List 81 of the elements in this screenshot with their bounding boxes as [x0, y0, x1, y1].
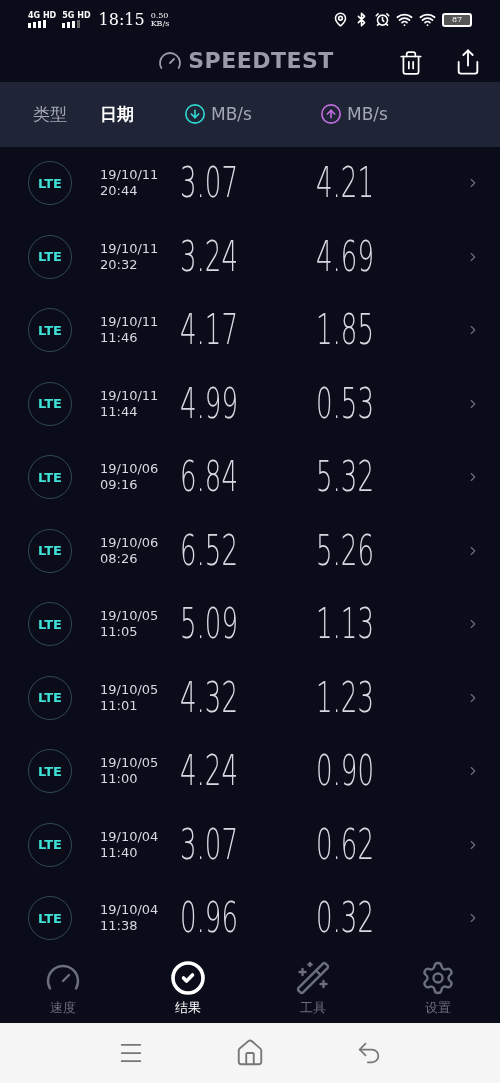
- nav-tab[interactable]: 结果: [125, 955, 250, 1023]
- upload-speed: 0.32: [316, 897, 374, 940]
- wifi-icon: [396, 11, 413, 29]
- app-title: SPEEDTEST: [188, 47, 334, 76]
- download-speed: 6.84: [180, 456, 238, 499]
- result-time: 11:46: [100, 330, 139, 347]
- nav-tab[interactable]: 设置: [375, 955, 500, 1023]
- result-time: 08:26: [100, 550, 139, 567]
- result-time: 11:40: [100, 844, 139, 861]
- result-row[interactable]: LTE 19/10/11 11:46 4.17 1.85: [0, 293, 500, 367]
- clock: 18:15: [98, 8, 145, 31]
- upload-speed: 4.21: [316, 162, 374, 205]
- upload-speed: 1.13: [316, 603, 374, 646]
- result-date: 19/10/11: [100, 240, 160, 257]
- column-header[interactable]: MB/s: [211, 101, 252, 128]
- result-row[interactable]: LTE 19/10/05 11:01 4.32 1.23: [0, 661, 500, 735]
- download-speed: 3.07: [180, 162, 238, 205]
- download-speed: 4.32: [180, 676, 238, 719]
- upload-speed: 5.26: [316, 529, 374, 572]
- download-icon: [184, 103, 206, 126]
- result-row[interactable]: LTE 19/10/05 11:00 4.24 0.90: [0, 734, 500, 808]
- nav-tab[interactable]: 工具: [250, 955, 375, 1023]
- upload-icon: [320, 103, 342, 126]
- result-date: 19/10/11: [100, 314, 160, 331]
- result-row[interactable]: LTE 19/10/06 08:26 6.52 5.26: [0, 514, 500, 588]
- battery: 87: [442, 12, 472, 27]
- nav-tab[interactable]: 速度: [0, 955, 125, 1023]
- result-time: 11:00: [100, 771, 139, 788]
- result-date: 19/10/11: [100, 387, 160, 404]
- signal-icon: [28, 19, 48, 28]
- network-label: 4G HD: [28, 11, 57, 20]
- result-row[interactable]: LTE 19/10/04 11:38 0.96 0.32: [0, 881, 500, 955]
- result-time: 11:38: [100, 918, 139, 935]
- download-speed: 3.07: [180, 823, 238, 866]
- result-date: 19/10/06: [100, 461, 160, 478]
- check-icon: [169, 960, 206, 997]
- result-time: 20:32: [100, 256, 139, 273]
- result-date: 19/10/11: [100, 167, 160, 184]
- column-header[interactable]: 类型: [33, 101, 67, 128]
- column-header[interactable]: 日期: [100, 101, 134, 128]
- result-date: 19/10/05: [100, 755, 160, 772]
- signal-icon: [62, 19, 83, 28]
- upload-speed: 4.69: [316, 235, 374, 278]
- upload-speed: 0.53: [316, 382, 374, 425]
- result-row[interactable]: LTE 19/10/04 11:40 3.07 0.62: [0, 808, 500, 882]
- download-speed: 5.09: [180, 603, 238, 646]
- upload-speed: 0.90: [316, 750, 374, 793]
- result-row[interactable]: LTE 19/10/11 11:44 4.99 0.53: [0, 367, 500, 441]
- wifi-icon: [419, 11, 436, 29]
- download-speed: 4.99: [180, 382, 238, 425]
- speed-value: 0.50: [150, 11, 170, 20]
- result-row[interactable]: LTE 19/10/06 09:16 6.84 5.32: [0, 440, 500, 514]
- column-header[interactable]: MB/s: [347, 101, 388, 128]
- result-time: 11:44: [100, 403, 139, 420]
- alarm-icon: [375, 12, 390, 28]
- result-row[interactable]: LTE 19/10/11 20:44 3.07 4.21: [0, 146, 500, 220]
- download-speed: 3.24: [180, 235, 238, 278]
- result-time: 11:05: [100, 624, 139, 641]
- result-row[interactable]: LTE 19/10/05 11:05 5.09 1.13: [0, 587, 500, 661]
- upload-speed: 5.32: [316, 456, 374, 499]
- result-time: 11:01: [100, 697, 139, 714]
- upload-speed: 0.62: [316, 823, 374, 866]
- upload-speed: 1.23: [316, 676, 374, 719]
- result-date: 19/10/05: [100, 608, 160, 625]
- download-speed: 0.96: [180, 897, 238, 940]
- wand-icon: [294, 960, 331, 997]
- result-date: 19/10/04: [100, 902, 160, 919]
- result-date: 19/10/06: [100, 534, 160, 551]
- download-speed: 6.52: [180, 529, 238, 572]
- result-time: 09:16: [100, 477, 139, 494]
- download-speed: 4.17: [180, 309, 238, 352]
- speed-unit: KB/s: [150, 19, 170, 28]
- home-button[interactable]: [235, 1038, 265, 1068]
- upload-speed: 1.85: [316, 309, 374, 352]
- result-time: 20:44: [100, 183, 139, 200]
- location-icon: [333, 12, 348, 28]
- result-date: 19/10/05: [100, 681, 160, 698]
- network-label: 5G HD: [62, 11, 91, 20]
- result-row[interactable]: LTE 19/10/11 20:32 3.24 4.69: [0, 220, 500, 294]
- result-date: 19/10/04: [100, 828, 160, 845]
- download-speed: 4.24: [180, 750, 238, 793]
